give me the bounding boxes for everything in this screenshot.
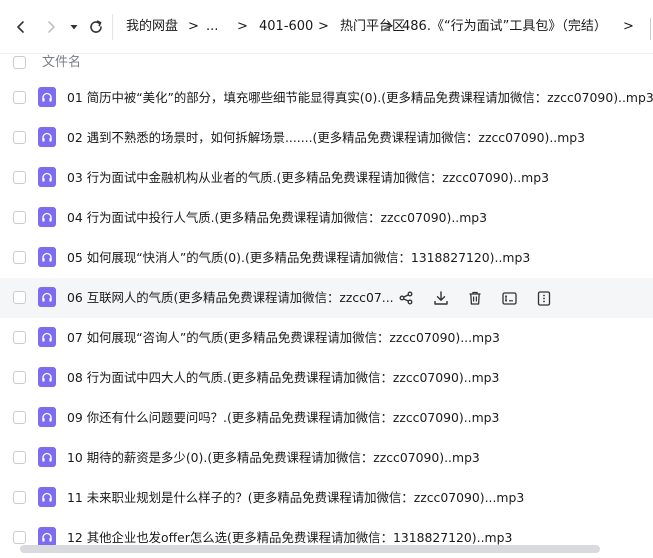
horizontal-scrollbar[interactable] — [20, 545, 600, 553]
breadcrumb-separator: > — [188, 19, 199, 34]
select-all-checkbox[interactable] — [13, 56, 26, 69]
download-icon — [433, 290, 449, 306]
file-name[interactable]: 02 遇到不熟悉的场景时，如何拆解场景.......(更多精品免费课程请加微信：… — [67, 118, 585, 158]
toolbar-edge-divider — [650, 18, 651, 40]
breadcrumb-item-401-600[interactable]: 401-600 — [259, 0, 313, 54]
rename-button[interactable] — [501, 289, 519, 307]
delete-icon — [468, 291, 482, 305]
toolbar: 我的网盘 > ... > 401-600 > 热门平台区 > 486.《“行为面… — [0, 0, 653, 54]
file-row[interactable]: 03 行为面试中金融机构从业者的气质.(更多精品免费课程请加微信：zzcc070… — [0, 158, 653, 198]
audio-file-icon — [38, 167, 56, 187]
breadcrumb-separator: > — [623, 19, 634, 34]
audio-file-icon — [38, 367, 56, 387]
audio-file-icon — [38, 247, 56, 267]
audio-file-icon — [38, 407, 56, 427]
column-header-filename[interactable]: 文件名 — [42, 54, 81, 72]
file-name[interactable]: 03 行为面试中金融机构从业者的气质.(更多精品免费课程请加微信：zzcc070… — [67, 158, 549, 198]
audio-file-icon — [38, 327, 56, 347]
file-row[interactable]: 07 如何展现“咨询人”的气质(更多精品免费课程请加微信：zzcc07090).… — [0, 318, 653, 358]
row-actions — [397, 289, 570, 307]
chevron-left-icon — [17, 21, 24, 33]
breadcrumb-item-current-folder[interactable]: 486.《“行为面试”工具包》（完结） — [402, 0, 607, 54]
file-name[interactable]: 06 互联网人的气质(更多精品免费课程请加微信：zzcc07... — [67, 278, 394, 318]
breadcrumb-separator: > — [237, 19, 248, 34]
file-row[interactable]: 09 你还有什么问题要问吗？.(更多精品免费课程请加微信：zzcc07090).… — [0, 398, 653, 438]
file-name[interactable]: 10 期待的薪资是多少(0).(更多精品免费课程请加微信：zzcc07090).… — [67, 438, 480, 478]
file-name[interactable]: 01 简历中被“美化”的部分，填充哪些细节能显得真实(0).(更多精品免费课程请… — [67, 78, 653, 118]
file-name[interactable]: 05 如何展现“快消人”的气质(0).(更多精品免费课程请加微信：1318827… — [67, 238, 530, 278]
toolbar-divider — [112, 14, 113, 40]
row-checkbox[interactable] — [13, 491, 26, 504]
refresh-icon — [90, 20, 102, 33]
row-checkbox[interactable] — [13, 371, 26, 384]
row-checkbox[interactable] — [13, 171, 26, 184]
breadcrumb-separator: > — [383, 19, 394, 34]
audio-file-icon — [38, 207, 56, 227]
row-checkbox[interactable] — [13, 131, 26, 144]
more-button[interactable] — [535, 289, 553, 307]
audio-file-icon — [38, 447, 56, 467]
list-header: 文件名 — [0, 54, 653, 72]
breadcrumb-item-my-drive[interactable]: 我的网盘 — [126, 0, 178, 54]
file-row[interactable]: 06 互联网人的气质(更多精品免费课程请加微信：zzcc07... — [0, 278, 653, 318]
row-checkbox[interactable] — [13, 291, 26, 304]
row-checkbox[interactable] — [13, 531, 26, 544]
back-button[interactable] — [7, 13, 35, 41]
file-name[interactable]: 09 你还有什么问题要问吗？.(更多精品免费课程请加微信：zzcc07090).… — [67, 398, 499, 438]
share-icon — [399, 291, 413, 305]
breadcrumb-separator: > — [318, 19, 329, 34]
file-row[interactable]: 05 如何展现“快消人”的气质(0).(更多精品免费课程请加微信：1318827… — [0, 238, 653, 278]
file-name[interactable]: 07 如何展现“咨询人”的气质(更多精品免费课程请加微信：zzcc07090).… — [67, 318, 500, 358]
delete-button[interactable] — [466, 289, 484, 307]
row-checkbox[interactable] — [13, 411, 26, 424]
caret-down-icon — [70, 25, 78, 30]
row-checkbox[interactable] — [13, 91, 26, 104]
audio-file-icon — [38, 127, 56, 147]
audio-file-icon — [38, 287, 56, 307]
file-row[interactable]: 04 行为面试中投行人气质.(更多精品免费课程请加微信：zzcc07090)..… — [0, 198, 653, 238]
row-checkbox[interactable] — [13, 451, 26, 464]
refresh-button[interactable] — [82, 13, 110, 41]
audio-file-icon — [38, 527, 56, 547]
file-row[interactable]: 10 期待的薪资是多少(0).(更多精品免费课程请加微信：zzcc07090).… — [0, 438, 653, 478]
file-name[interactable]: 04 行为面试中投行人气质.(更多精品免费课程请加微信：zzcc07090)..… — [67, 198, 487, 238]
breadcrumb-item-hot-platforms[interactable]: 热门平台区 — [340, 0, 405, 54]
audio-file-icon — [38, 87, 56, 107]
rename-icon — [502, 291, 517, 306]
share-button[interactable] — [397, 289, 415, 307]
chevron-right-icon — [48, 21, 55, 33]
file-name[interactable]: 11 未来职业规划是什么样子的？(更多精品免费课程请加微信：zzcc07090)… — [67, 478, 524, 518]
file-row[interactable]: 08 行为面试中四大人的气质.(更多精品免费课程请加微信：zzcc07090).… — [0, 358, 653, 398]
row-checkbox[interactable] — [13, 211, 26, 224]
more-icon — [537, 290, 551, 306]
forward-button[interactable] — [37, 13, 65, 41]
file-name[interactable]: 08 行为面试中四大人的气质.(更多精品免费课程请加微信：zzcc07090).… — [67, 358, 499, 398]
file-row[interactable]: 02 遇到不熟悉的场景时，如何拆解场景.......(更多精品免费课程请加微信：… — [0, 118, 653, 158]
breadcrumb-item-ellipsis[interactable]: ... — [206, 0, 218, 54]
file-row[interactable]: 11 未来职业规划是什么样子的？(更多精品免费课程请加微信：zzcc07090)… — [0, 478, 653, 518]
row-checkbox[interactable] — [13, 331, 26, 344]
file-row[interactable]: 01 简历中被“美化”的部分，填充哪些细节能显得真实(0).(更多精品免费课程请… — [0, 78, 653, 118]
download-button[interactable] — [432, 289, 450, 307]
row-checkbox[interactable] — [13, 251, 26, 264]
audio-file-icon — [38, 487, 56, 507]
